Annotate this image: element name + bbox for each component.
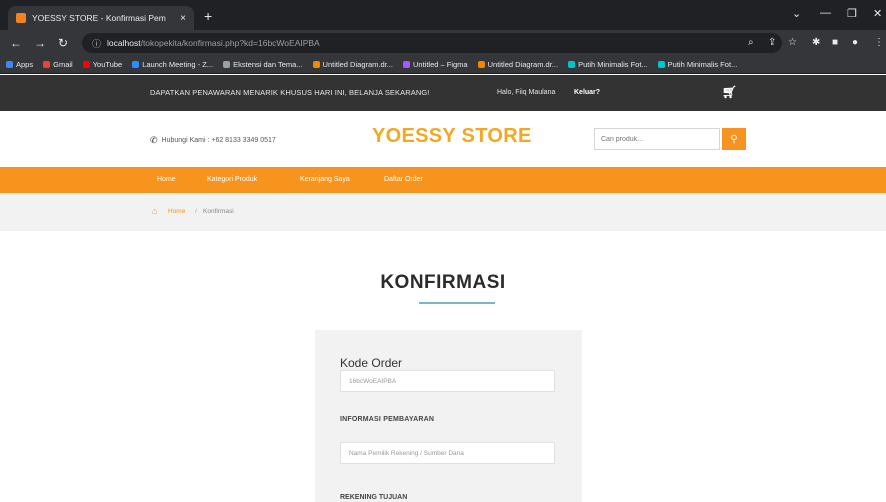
bookmark-item[interactable]: YouTube [82,60,123,69]
bookmark-icon [657,61,665,68]
nav-home[interactable]: Home [157,176,176,183]
bookmark-item[interactable]: Untitled – Figma [403,60,468,69]
promo-message: DAPATKAN PENAWARAN MENARIK KHUSUS HARI I… [150,88,430,97]
zoom-icon[interactable]: ⌕ [748,37,754,48]
browser-tab[interactable]: YOESSY STORE - Konfirmasi Pem × [8,6,194,30]
bookmark-item[interactable]: Launch Meeting - Z... [132,60,213,69]
url-host: localhost [107,38,141,48]
bookmark-icon [477,61,485,68]
account-holder-field[interactable]: Nama Pemilik Rekening / Sumber Dana [340,442,555,464]
profile-avatar-icon[interactable]: ● [852,37,858,48]
user-greeting: Halo, Fiiq Maulana [497,89,556,96]
url-path: /tokopekita/konfirmasi.php?kd=16bcWoEAIP… [140,38,320,48]
site-header: ✆ Hubungi Kami : +62 8133 3349 0517 YOES… [0,111,886,167]
bookmark-icon [568,61,576,68]
address-bar[interactable]: ⓘ localhost/tokopekita/konfirmasi.php?kd… [82,33,782,53]
phone-text: Hubungi Kami : +62 8133 3349 0517 [161,137,276,144]
bookmark-item[interactable]: Untitled Diagram.dr... [477,60,559,69]
tab-title: YOESSY STORE - Konfirmasi Pem [32,13,166,23]
bookmark-item[interactable]: Ekstensi dan Tema... [223,60,303,69]
nav-kategori-produk[interactable]: Kategori Produk [207,176,257,183]
breadcrumb-home[interactable]: Home [168,208,185,215]
home-icon[interactable]: ⌂ [152,206,157,216]
bookmark-item[interactable]: Putih Minimalis Fot... [657,60,738,69]
bookmark-icon [312,61,320,68]
breadcrumb-separator: / [195,208,197,215]
bookmark-icon [6,61,13,68]
bookmark-label: Putih Minimalis Fot... [667,60,738,69]
page-title: KONFIRMASI [380,272,506,293]
extensions-icon[interactable]: ✱ [812,37,820,48]
bookmark-label: Apps [16,60,34,69]
payment-info-heading: INFORMASI PEMBAYARAN [340,416,435,423]
restore-icon[interactable]: ❐ [847,7,857,20]
reload-icon[interactable]: ↻ [58,36,68,50]
share-icon[interactable]: ⇪ [768,37,776,48]
url-text: localhost/tokopekita/konfirmasi.php?kd=1… [107,38,320,48]
bookmark-item[interactable]: Putih Minimalis Fot... [568,60,648,69]
close-window-icon[interactable]: ✕ [873,7,882,20]
bookmark-icon [132,61,140,68]
back-icon[interactable]: ← [10,36,22,50]
bookmark-label: Putih Minimalis Fot... [578,60,648,69]
bookmark-icon [43,61,51,68]
phone-icon: ✆ [150,135,158,145]
sidepanel-icon[interactable]: ■ [832,37,838,48]
bookmark-item[interactable]: Apps [6,60,33,69]
site-info-icon[interactable]: ⓘ [92,37,101,50]
bookmark-label: Gmail [53,60,73,69]
bookmark-label: Untitled Diagram.dr... [322,60,393,69]
bookmark-star-icon[interactable]: ☆ [788,37,797,48]
bookmark-item[interactable]: Untitled Diagram.dr... [312,60,393,69]
site-favicon-icon [16,13,26,23]
browser-tab-bar: YOESSY STORE - Konfirmasi Pem × + ⌄ — ❐ … [0,0,886,30]
tab-search-icon[interactable]: ⌄ [792,7,801,20]
menu-icon[interactable]: ⋮ [874,37,884,48]
minimize-icon[interactable]: — [820,7,831,19]
bookmark-label: Untitled Diagram.dr... [487,60,559,69]
nav-keranjang-saya[interactable]: Keranjang Saya [300,176,350,183]
search-input[interactable] [594,128,720,150]
confirmation-form: Kode Order 16bcWoEAIPBA INFORMASI PEMBAY… [315,330,582,502]
bookmark-label: Ekstensi dan Tema... [233,60,303,69]
bookmark-icon [223,61,231,68]
browser-toolbar: ← → ↻ ⓘ localhost/tokopekita/konfirmasi.… [0,30,886,56]
bookmark-label: Untitled – Figma [413,60,468,69]
contact-phone: ✆ Hubungi Kami : +62 8133 3349 0517 [150,135,276,146]
bookmark-label: YouTube [92,60,123,69]
new-tab-icon[interactable]: + [204,8,212,24]
tab-close-icon[interactable]: × [180,13,186,24]
destination-account-heading: REKENING TUJUAN [340,494,408,501]
main-nav: Home Kategori Produk Keranjang Saya Daft… [0,167,886,193]
bookmark-icon [403,61,410,68]
promo-bar: DAPATKAN PENAWARAN MENARIK KHUSUS HARI I… [0,75,886,111]
search-icon: ⚲ [730,133,738,145]
bookmarks-bar: Apps Gmail YouTube Launch Meeting - Z... Eks… [0,56,886,74]
breadcrumb: ⌂ Home / Konfirmasi [0,193,886,231]
nav-daftar-order[interactable]: Daftar Order [384,176,423,183]
brand-logo[interactable]: YOESSY STORE [372,125,532,148]
bookmark-icon [82,61,90,68]
search-button[interactable]: ⚲ [722,128,746,150]
bookmark-item[interactable]: Gmail [43,60,73,69]
cart-icon[interactable]: 🛒︎ [722,85,737,99]
bookmark-label: Launch Meeting - Z... [142,60,214,69]
order-code-label: Kode Order [340,356,403,370]
breadcrumb-current: Konfirmasi [203,208,234,215]
logout-link[interactable]: Keluar? [574,89,600,96]
forward-icon[interactable]: → [34,36,46,50]
title-underline [419,302,495,304]
order-code-field[interactable]: 16bcWoEAIPBA [340,370,555,392]
